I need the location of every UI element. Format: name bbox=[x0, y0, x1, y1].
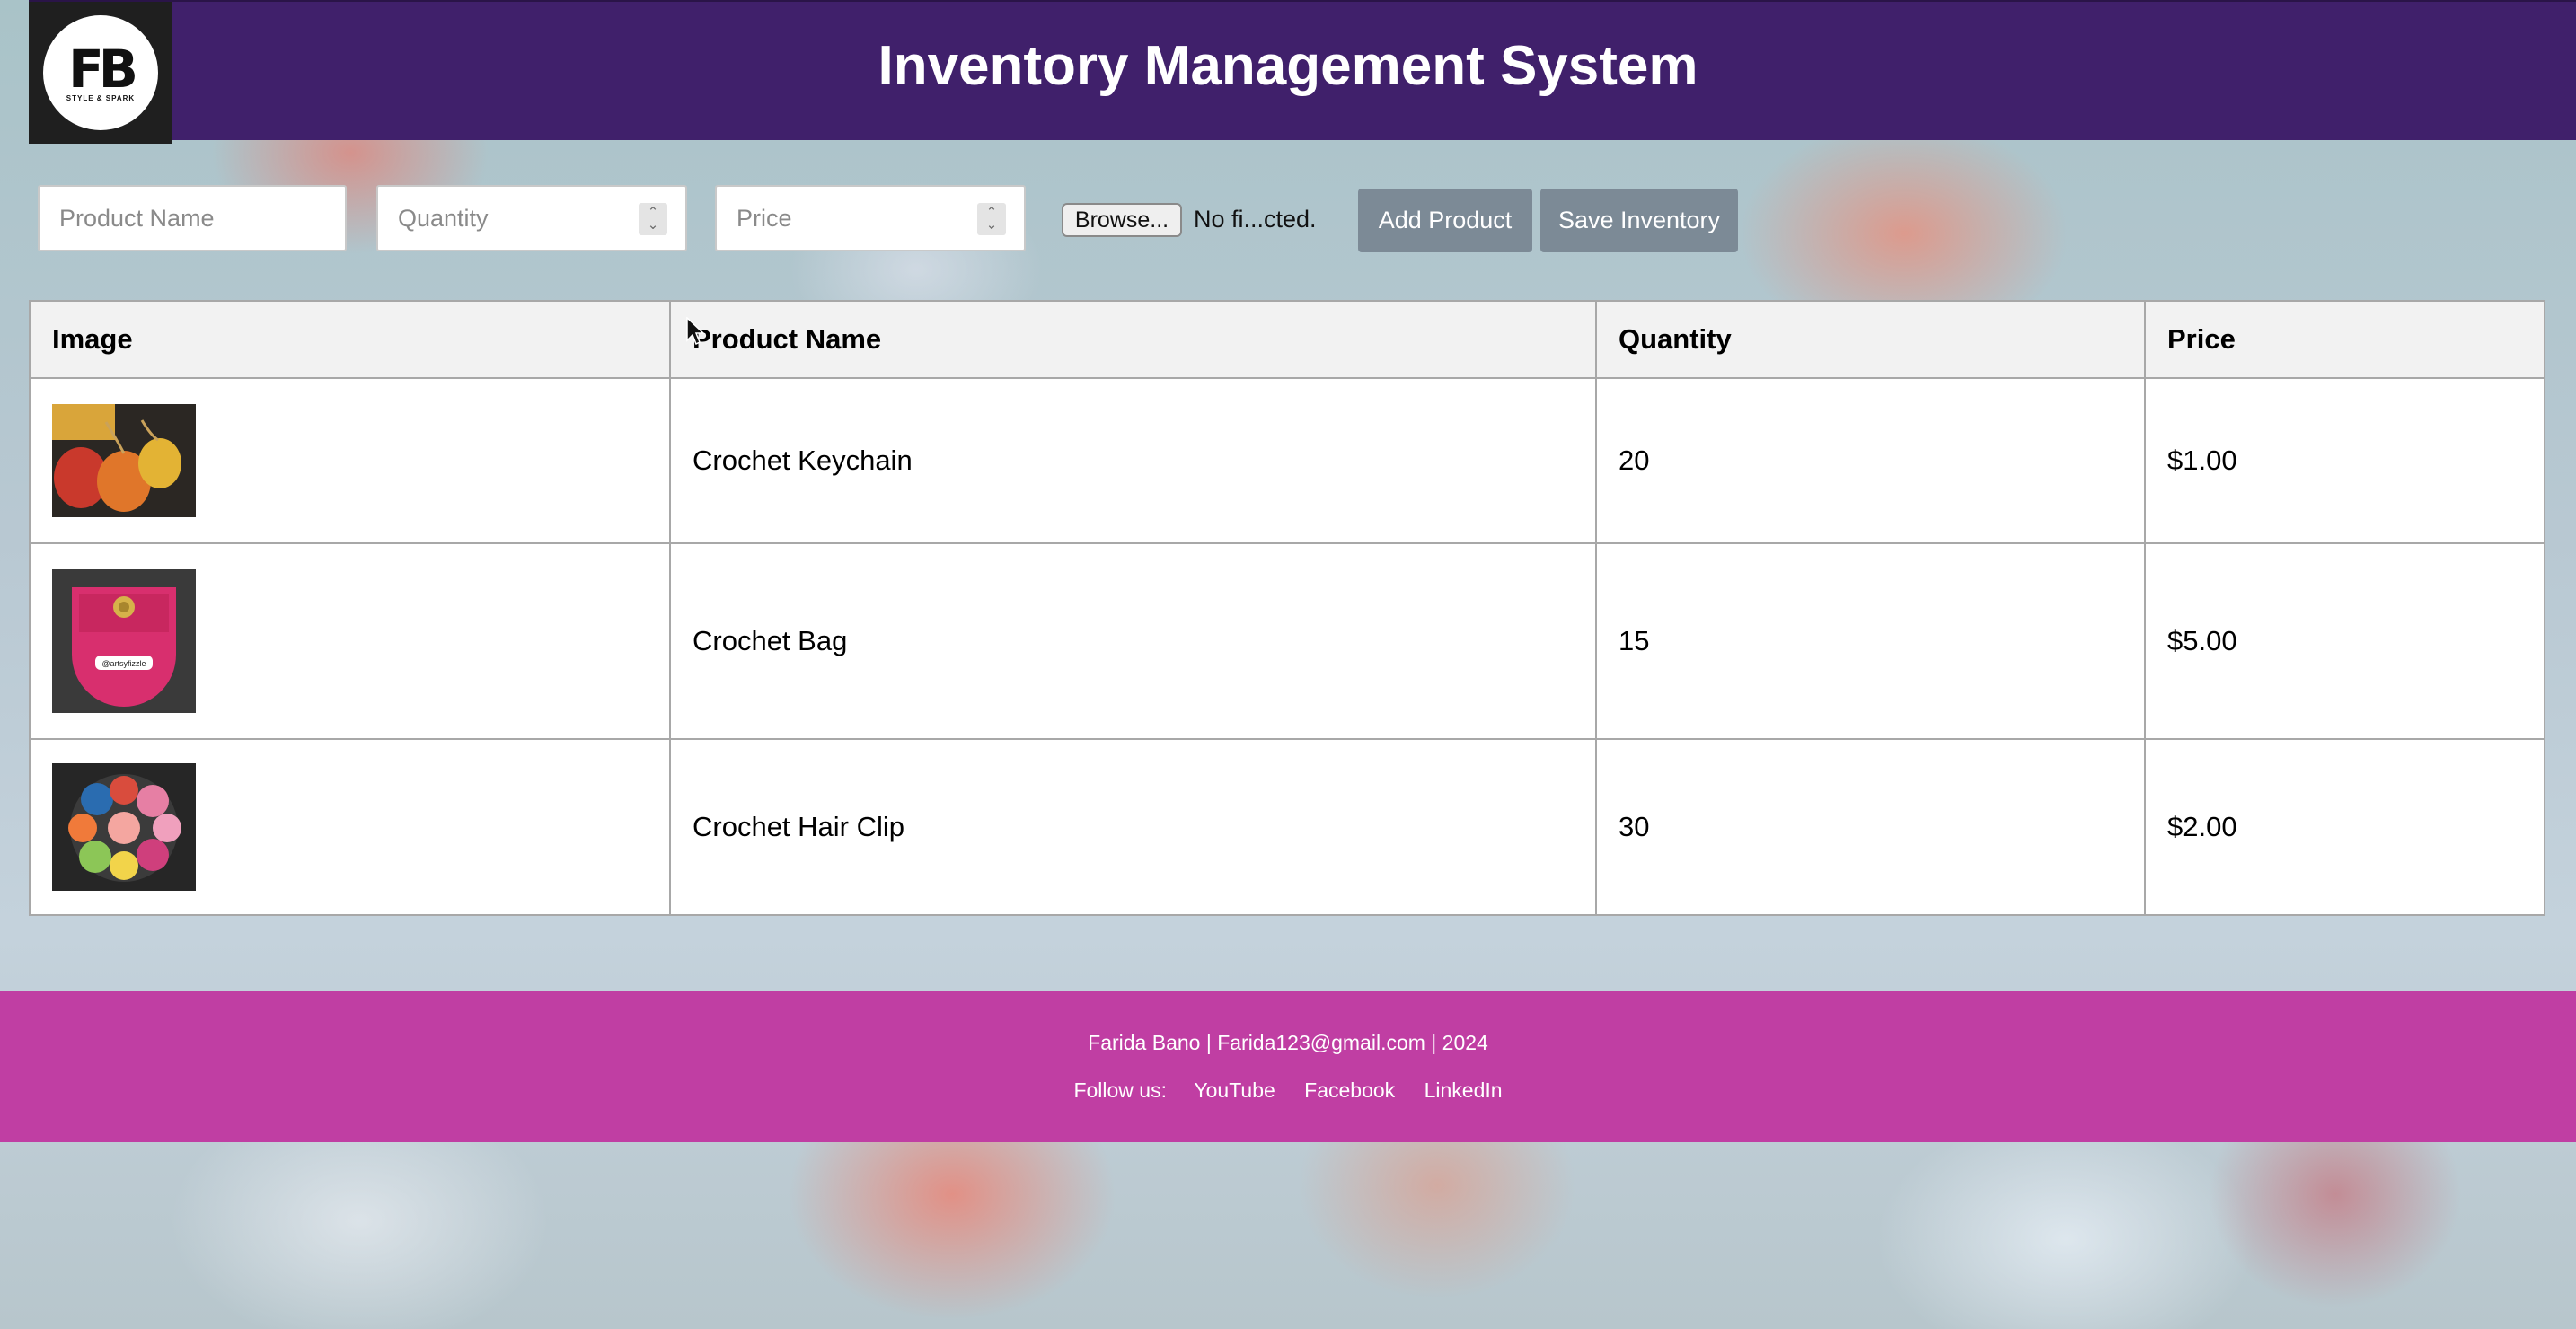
chevron-down-icon: ⌄ bbox=[985, 217, 998, 233]
quantity-cell: 30 bbox=[1595, 738, 2146, 916]
crochet-hair-clip-photo bbox=[52, 763, 196, 891]
product-name-cell: Crochet Keychain bbox=[669, 377, 1597, 544]
product-name-cell: Crochet Hair Clip bbox=[669, 738, 1597, 916]
quantity-stepper[interactable]: ⌃ ⌄ bbox=[639, 203, 667, 235]
price-stepper[interactable]: ⌃ ⌄ bbox=[977, 203, 1006, 235]
linkedin-link[interactable]: LinkedIn bbox=[1425, 1078, 1503, 1102]
price-field: ⌃ ⌄ bbox=[715, 185, 1026, 251]
product-name-input[interactable] bbox=[38, 185, 347, 251]
table-row: Crochet Hair Clip 30 $2.00 bbox=[29, 738, 2545, 916]
price-cell: $1.00 bbox=[2144, 377, 2545, 544]
browse-button[interactable]: Browse... bbox=[1062, 203, 1182, 237]
image-cell bbox=[29, 377, 671, 544]
chevron-down-icon: ⌄ bbox=[647, 217, 659, 233]
youtube-link[interactable]: YouTube bbox=[1194, 1078, 1275, 1102]
column-header-product-name: Product Name bbox=[669, 300, 1597, 379]
image-cell: @artsyfizzle bbox=[29, 542, 671, 740]
add-product-button[interactable]: Add Product bbox=[1358, 189, 1532, 252]
table-row: Crochet Keychain 20 $1.00 bbox=[29, 377, 2545, 544]
file-status: No fi...cted. bbox=[1194, 206, 1317, 233]
quantity-cell: 20 bbox=[1595, 377, 2146, 544]
column-header-price: Price bbox=[2144, 300, 2545, 379]
quantity-field: ⌃ ⌄ bbox=[376, 185, 687, 251]
save-inventory-button[interactable]: Save Inventory bbox=[1540, 189, 1738, 252]
crochet-keychain-photo bbox=[52, 404, 196, 517]
quantity-cell: 15 bbox=[1595, 542, 2146, 740]
price-cell: $2.00 bbox=[2144, 738, 2545, 916]
svg-text:@artsyfizzle: @artsyfizzle bbox=[101, 659, 146, 668]
follow-label: Follow us: bbox=[1073, 1078, 1167, 1102]
mouse-pointer-icon bbox=[686, 317, 705, 346]
crochet-bag-photo: @artsyfizzle bbox=[52, 569, 196, 713]
price-cell: $5.00 bbox=[2144, 542, 2545, 740]
table-row: @artsyfizzle Crochet Bag 15 $5.00 bbox=[29, 542, 2545, 740]
footer: Farida Bano | Farida123@gmail.com | 2024… bbox=[0, 991, 2576, 1142]
image-cell bbox=[29, 738, 671, 916]
column-header-quantity: Quantity bbox=[1595, 300, 2146, 379]
inventory-table: Image Product Name Quantity Price Croche… bbox=[29, 300, 2545, 916]
column-header-image: Image bbox=[29, 300, 671, 379]
table-header-row: Image Product Name Quantity Price bbox=[29, 300, 2545, 379]
footer-info: Farida Bano | Farida123@gmail.com | 2024 bbox=[1088, 1031, 1488, 1054]
facebook-link[interactable]: Facebook bbox=[1304, 1078, 1395, 1102]
page-title: Inventory Management System bbox=[878, 35, 1698, 97]
follow-links: Follow us: YouTube Facebook LinkedIn bbox=[0, 1078, 2576, 1103]
product-name-cell: Crochet Bag bbox=[669, 542, 1597, 740]
